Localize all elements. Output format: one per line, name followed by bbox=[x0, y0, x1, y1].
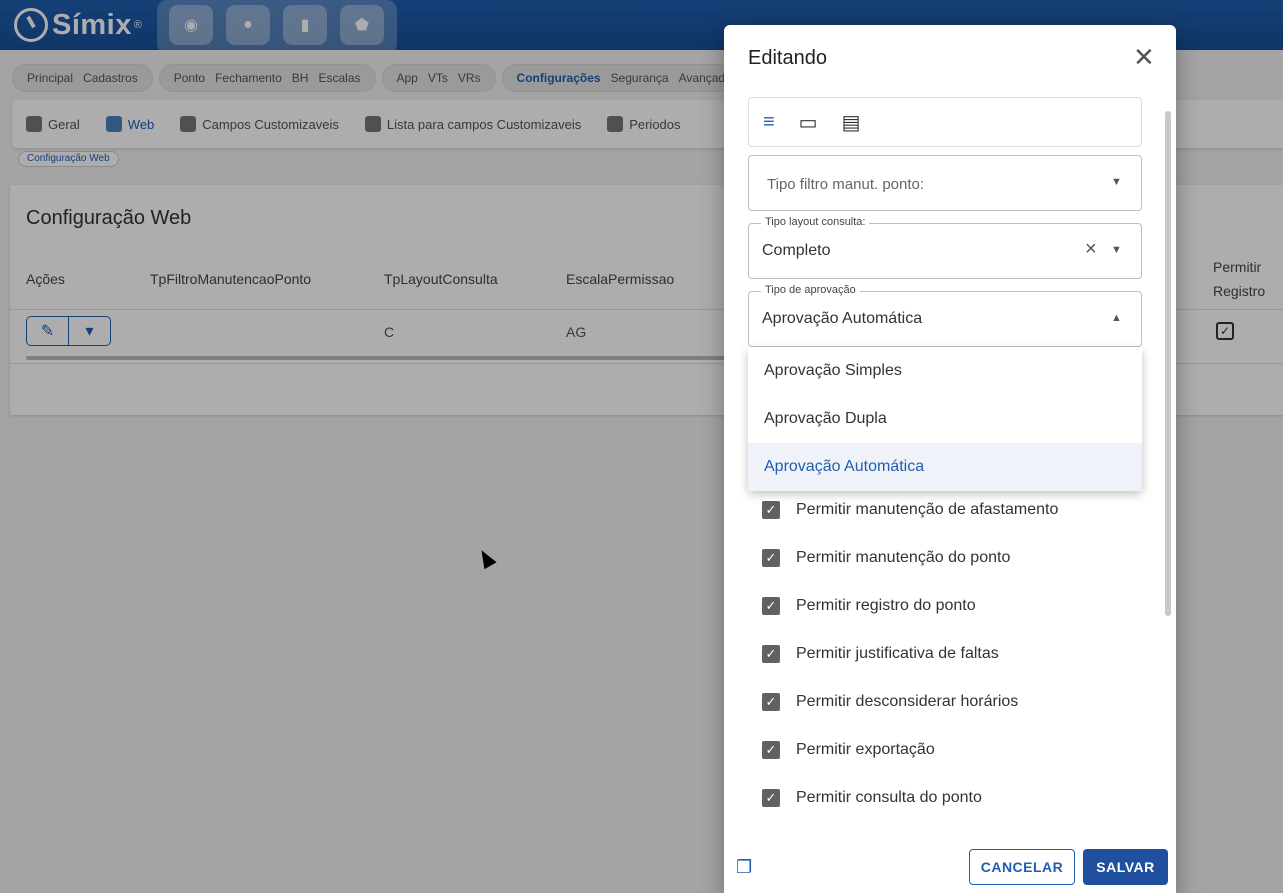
filter-placeholder: Tipo filtro manut. ponto: bbox=[767, 176, 925, 193]
checkbox-row[interactable]: ✓ Permitir justificativa de faltas bbox=[762, 645, 999, 663]
field-label: Tipo layout consulta: bbox=[761, 216, 870, 228]
filter-type-select[interactable]: Tipo filtro manut. ponto: ▼ bbox=[748, 155, 1142, 211]
layout-type-select[interactable]: Tipo layout consulta: Completo × ▼ bbox=[748, 216, 1142, 279]
cancel-button[interactable]: CANCELAR bbox=[969, 849, 1075, 885]
chevron-up-icon[interactable]: ▲ bbox=[1111, 312, 1122, 324]
document-icon[interactable]: ▤ bbox=[842, 110, 861, 135]
checkbox-row[interactable]: ✓ Permitir manutenção de afastamento bbox=[762, 501, 1058, 519]
checkbox-label: Permitir manutenção do ponto bbox=[796, 549, 1011, 566]
copy-icon[interactable]: ❐ bbox=[736, 857, 752, 878]
checkbox-row[interactable]: ✓ Permitir consulta do ponto bbox=[762, 789, 982, 807]
vertical-scrollbar[interactable] bbox=[1165, 111, 1171, 616]
screen-share-icon[interactable]: ▭ bbox=[799, 110, 818, 135]
checkbox-row[interactable]: ✓ Permitir manutenção do ponto bbox=[762, 549, 1010, 567]
close-icon[interactable]: ✕ bbox=[1133, 44, 1155, 70]
dropdown-option[interactable]: Aprovação Dupla bbox=[748, 395, 1142, 443]
text-lines-icon[interactable]: ≡ bbox=[763, 111, 775, 134]
save-button[interactable]: SALVAR bbox=[1083, 849, 1168, 885]
checkbox-row[interactable]: ✓ Permitir registro do ponto bbox=[762, 597, 976, 615]
field-value: Completo bbox=[762, 242, 831, 259]
approval-type-select[interactable]: Tipo de aprovação Aprovação Automática ▲ bbox=[748, 284, 1142, 347]
clear-icon[interactable]: × bbox=[1085, 238, 1097, 261]
dialog-tabs: ≡ ▭ ▤ bbox=[748, 97, 1142, 147]
checkbox-label: Permitir exportação bbox=[796, 741, 935, 758]
dialog-title: Editando bbox=[748, 47, 827, 69]
checkbox-label: Permitir consulta do ponto bbox=[796, 789, 982, 806]
checkbox-label: Permitir manutenção de afastamento bbox=[796, 501, 1059, 518]
approval-dropdown-menu: Aprovação Simples Aprovação Dupla Aprova… bbox=[748, 347, 1142, 491]
checkbox-checked-icon[interactable]: ✓ bbox=[762, 645, 780, 663]
checkbox-row[interactable]: ✓ Permitir desconsiderar horários bbox=[762, 693, 1018, 711]
checkbox-checked-icon[interactable]: ✓ bbox=[762, 741, 780, 759]
dropdown-option-selected[interactable]: Aprovação Automática bbox=[748, 443, 1142, 491]
checkbox-checked-icon[interactable]: ✓ bbox=[762, 693, 780, 711]
field-label: Tipo de aprovação bbox=[761, 284, 860, 296]
dropdown-option[interactable]: Aprovação Simples bbox=[748, 347, 1142, 395]
checkbox-label: Permitir desconsiderar horários bbox=[796, 693, 1019, 710]
chevron-down-icon[interactable]: ▼ bbox=[1111, 176, 1122, 188]
checkbox-label: Permitir registro do ponto bbox=[796, 597, 976, 614]
checkbox-checked-icon[interactable]: ✓ bbox=[762, 549, 780, 567]
checkbox-checked-icon[interactable]: ✓ bbox=[762, 789, 780, 807]
checkbox-label: Permitir justificativa de faltas bbox=[796, 645, 999, 662]
field-value: Aprovação Automática bbox=[762, 310, 923, 327]
checkbox-row[interactable]: ✓ Permitir exportação bbox=[762, 741, 935, 759]
checkbox-checked-icon[interactable]: ✓ bbox=[762, 501, 780, 519]
chevron-down-icon[interactable]: ▼ bbox=[1111, 244, 1122, 256]
checkbox-checked-icon[interactable]: ✓ bbox=[762, 597, 780, 615]
